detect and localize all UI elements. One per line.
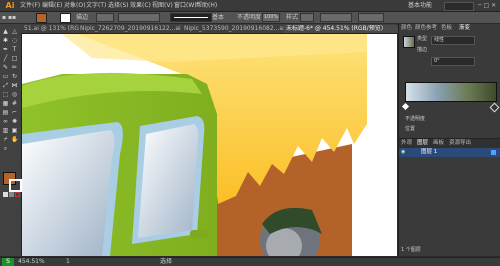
panel-tab-artboards[interactable]: 画板 [433, 139, 444, 148]
fill-swatch[interactable] [36, 13, 47, 23]
opacity-panel-label: 不透明度 [405, 116, 426, 122]
menu-type[interactable]: 文字(T) [86, 1, 106, 10]
direct-selection-tool-icon[interactable]: △ [11, 28, 18, 35]
blend-tool-icon[interactable]: ∞ [2, 118, 9, 125]
tools-panel: ▲ △ ✱ ◌ ✒ T ╱ □ ✎ ✏ ▭ ↻ ⤢ ⋈ ⬚ ◎ ▦ # ▤ ⌐ ∞ ✺ ▥ ▣ ⌿ ✋ ⌕ [0, 24, 22, 256]
scale-icon[interactable]: ⤢ [2, 82, 9, 89]
layer-target-icon[interactable] [491, 150, 496, 155]
menu-effect[interactable]: 效果(C) [130, 1, 151, 10]
hand-tool-icon[interactable]: ✋ [11, 136, 18, 143]
graph-tool-icon[interactable]: ▥ [2, 127, 9, 134]
symbol-sprayer-icon[interactable]: ✺ [11, 118, 18, 125]
panel-tab-asset-export[interactable]: 资源导出 [449, 139, 471, 148]
app-logo: Ai [5, 1, 15, 10]
location-label: 位置 [405, 126, 416, 132]
panel-tab-appearance[interactable]: 外观 [401, 139, 412, 148]
windshield-glass [22, 130, 115, 256]
brush-definition-select[interactable] [170, 13, 212, 22]
line-tool-icon[interactable]: ╱ [2, 55, 9, 62]
stroke-swatch[interactable] [60, 13, 71, 23]
lasso-icon[interactable]: ◌ [11, 37, 18, 44]
document-tab[interactable]: Nipic_7262709_20190916122...ai [77, 25, 183, 33]
menu-help[interactable]: 帮助(H) [196, 1, 217, 10]
menu-window[interactable]: 窗口(W) [174, 1, 197, 10]
rectangle-tool-icon[interactable]: □ [11, 55, 18, 62]
gradient-type-select[interactable]: 线性 [431, 36, 475, 45]
workspace-switcher[interactable]: 基本功能 [408, 1, 432, 10]
rotate-icon[interactable]: ↻ [11, 73, 18, 80]
layer-name[interactable]: 图层 1 [421, 148, 437, 157]
document-tab[interactable]: Nipic_5373590_20190916082...ai [181, 25, 287, 33]
menu-select[interactable]: 选择(S) [108, 1, 129, 10]
control-bar: ▪ ▪▪ 描边 基本 不透明度 100% 样式 [0, 12, 500, 24]
align-controls[interactable] [320, 13, 352, 22]
panel-tab-swatches[interactable]: 色板 [441, 24, 452, 33]
stroke-color-box[interactable] [9, 179, 22, 192]
gradient-thumbnail[interactable] [403, 36, 415, 48]
selection-tool-icon[interactable]: ▲ [2, 28, 9, 35]
document-tabs: 51.ai @ 131% (RGB/预览) Nipic_7262709_2019… [21, 24, 399, 34]
document-tab[interactable]: 51.ai @ 131% (RGB/预览) [21, 25, 79, 33]
paintbrush-icon[interactable]: ✎ [2, 64, 9, 71]
panel-tab-gradient[interactable]: 渐变 [459, 24, 470, 33]
shape-builder-icon[interactable]: ◎ [11, 91, 18, 98]
layer-row[interactable]: ◉ 图层 1 [399, 148, 500, 157]
none-mode-button[interactable] [15, 192, 20, 197]
opacity-input[interactable]: 100% [262, 13, 280, 22]
pencil-icon[interactable]: ✏ [11, 64, 18, 71]
panel-tab-color[interactable]: 颜色 [401, 24, 412, 33]
artboard-canvas[interactable] [22, 34, 397, 256]
document-tab-active[interactable]: 未标题-6* @ 454.51% (RGB/预览) [283, 25, 399, 33]
mesh-tool-icon[interactable]: # [11, 100, 18, 107]
door-handle [190, 230, 208, 238]
search-field[interactable] [444, 2, 474, 11]
gradient-stop-right[interactable] [489, 102, 500, 113]
stroke-weight-input[interactable] [96, 13, 114, 22]
perspective-grid-icon[interactable]: ▦ [2, 100, 9, 107]
style-select[interactable] [300, 13, 314, 22]
free-transform-icon[interactable]: ⬚ [2, 91, 9, 98]
gradient-tool-icon[interactable]: ▤ [2, 109, 9, 116]
pen-tool-icon[interactable]: ✒ [2, 46, 9, 53]
gradient-mode-button[interactable] [9, 192, 14, 197]
type-tool-icon[interactable]: T [11, 46, 18, 53]
menu-edit[interactable]: 编辑(E) [42, 1, 62, 10]
zoom-tool-icon[interactable]: ⌕ [2, 145, 9, 152]
menu-view[interactable]: 视图(V) [152, 1, 173, 10]
menu-object[interactable]: 对象(O) [64, 1, 85, 10]
menu-bar: Ai 文件(F) 编辑(E) 对象(O) 文字(T) 选择(S) 效果(C) 视… [0, 0, 500, 12]
slice-tool-icon[interactable]: ⌿ [2, 136, 9, 143]
layers-count: 1 个图层 [401, 247, 421, 253]
eye-icon[interactable]: ◉ [401, 149, 406, 155]
artboard-tool-icon[interactable]: ▣ [11, 127, 18, 134]
truck-illustration [22, 34, 397, 256]
window-controls[interactable]: ─ □ ✕ [478, 1, 496, 10]
gradient-stroke-label: 描边 [417, 47, 428, 53]
panel-tab-color-guide[interactable]: 颜色参考 [415, 24, 437, 33]
right-panels: 颜色 颜色参考 色板 渐变 类型 线性 描边 0° 不透明度 位置 外观 图层 … [398, 24, 500, 256]
eyedropper-icon[interactable]: ⌐ [11, 109, 18, 116]
opacity-label: 不透明度 [237, 14, 262, 21]
stroke-label: 描边 [76, 14, 89, 21]
magic-wand-icon[interactable]: ✱ [2, 37, 9, 44]
transform-controls[interactable] [358, 13, 384, 22]
gradient-stop-left[interactable] [401, 102, 410, 111]
variable-width-select[interactable] [118, 13, 160, 22]
eraser-icon[interactable]: ▭ [2, 73, 9, 80]
gradient-angle-input[interactable]: 0° [431, 57, 475, 66]
panel-tab-layers[interactable]: 图层 [417, 139, 428, 148]
side-window-glass [138, 124, 199, 238]
no-selection-label: ▪ ▪▪ [2, 14, 17, 21]
menu-file[interactable]: 文件(F) [20, 1, 40, 10]
gradient-slider[interactable] [405, 82, 497, 102]
width-tool-icon[interactable]: ⋈ [11, 82, 18, 89]
gradient-type-label: 类型 [417, 36, 428, 42]
brush-label: 基本 [212, 14, 225, 21]
style-label: 样式 [286, 14, 299, 21]
color-mode-button[interactable] [3, 192, 8, 197]
